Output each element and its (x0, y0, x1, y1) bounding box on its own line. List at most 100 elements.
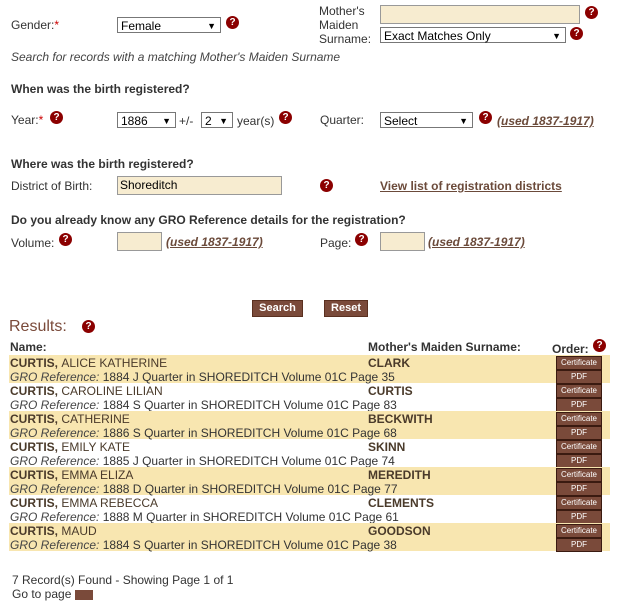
records-found: 7 Record(s) Found - Showing Page 1 of 1 (12, 573, 234, 587)
reference-prefix: GRO Reference: (10, 510, 100, 524)
year-help-icon[interactable]: ? (50, 111, 63, 124)
pdf-button[interactable]: PDF (556, 398, 602, 412)
range-help-icon[interactable]: ? (279, 111, 292, 124)
quarter-select[interactable]: Select ▼ (380, 112, 473, 128)
search-button[interactable]: Search (252, 300, 303, 317)
table-row: CURTIS, CATHERINE GRO Reference: 1886 S Q… (9, 411, 610, 440)
volume-label: Volume: (11, 236, 55, 250)
certificate-button[interactable]: Certificate (556, 440, 602, 454)
reference-detail: 1884 S Quarter in SHOREDITCH Volume 01C … (102, 398, 397, 412)
district-help-icon[interactable]: ? (320, 179, 333, 192)
reference-detail: 1888 M Quarter in SHOREDITCH Volume 01C … (102, 510, 399, 524)
pdf-button[interactable]: PDF (556, 510, 602, 524)
volume-input[interactable] (117, 232, 162, 251)
reference-prefix: GRO Reference: (10, 370, 100, 384)
district-list-link[interactable]: View list of registration districts (380, 179, 562, 193)
record-reference: GRO Reference: 1884 S Quarter in SHOREDI… (10, 538, 397, 552)
pdf-button[interactable]: PDF (556, 538, 602, 552)
gender-help-icon[interactable]: ? (226, 16, 239, 29)
certificate-button[interactable]: Certificate (556, 356, 602, 370)
record-mmn: BECKWITH (368, 412, 433, 426)
mmn-hint: Search for records with a matching Mothe… (11, 50, 341, 64)
certificate-button[interactable]: Certificate (556, 412, 602, 426)
gender-label-text: Gender: (11, 18, 55, 32)
reference-detail: 1884 J Quarter in SHOREDITCH Volume 01C … (102, 370, 395, 384)
chevron-down-icon: ▼ (552, 31, 561, 41)
reference-detail: 1884 S Quarter in SHOREDITCH Volume 01C … (102, 538, 397, 552)
record-forename: CATHERINE (61, 412, 130, 426)
year-label-text: Year: (11, 113, 39, 127)
record-reference: GRO Reference: 1884 S Quarter in SHOREDI… (10, 398, 397, 412)
certificate-button[interactable]: Certificate (556, 496, 602, 510)
record-name: CURTIS, EMMA ELIZA (10, 468, 133, 482)
mmn-label-line: Mother's (319, 4, 365, 18)
pdf-button[interactable]: PDF (556, 454, 602, 468)
year-select[interactable]: 1886 ▼ (117, 112, 176, 128)
mmn-help-icon[interactable]: ? (585, 6, 598, 19)
mmn-match-select[interactable]: Exact Matches Only ▼ (380, 27, 566, 43)
mmn-label-line: Maiden (319, 18, 359, 32)
quarter-select-value: Select (384, 114, 418, 128)
record-name: CURTIS, ALICE KATHERINE (10, 356, 167, 370)
record-name: CURTIS, CAROLINE LILIAN (10, 384, 163, 398)
table-row: CURTIS, EMILY KATE GRO Reference: 1885 J … (9, 439, 610, 468)
record-mmn: CLEMENTS (368, 496, 434, 510)
record-name: CURTIS, MAUD (10, 524, 97, 538)
quarter-used-link[interactable]: (used 1837-1917) (497, 114, 594, 128)
record-mmn: MEREDITH (368, 468, 431, 482)
year-select-value: 1886 (121, 114, 148, 128)
record-mmn: GOODSON (368, 524, 431, 538)
pdf-button[interactable]: PDF (556, 426, 602, 440)
record-forename: CAROLINE LILIAN (61, 384, 163, 398)
pdf-button[interactable]: PDF (556, 370, 602, 384)
plusminus-label: +/- (179, 114, 194, 128)
chevron-down-icon: ▼ (219, 116, 228, 126)
record-reference: GRO Reference: 1884 J Quarter in SHOREDI… (10, 370, 395, 384)
gender-select[interactable]: Female ▼ (117, 17, 221, 33)
range-select[interactable]: 2 ▼ (201, 112, 233, 128)
record-forename: EMMA ELIZA (61, 468, 134, 482)
table-row: CURTIS, MAUD GRO Reference: 1884 S Quarte… (9, 523, 610, 552)
record-reference: GRO Reference: 1888 D Quarter in SHOREDI… (10, 482, 398, 496)
certificate-button[interactable]: Certificate (556, 524, 602, 538)
record-mmn: SKINN (368, 440, 406, 454)
reference-prefix: GRO Reference: (10, 426, 100, 440)
order-help-icon[interactable]: ? (593, 339, 606, 352)
mmn-match-help-icon[interactable]: ? (570, 27, 583, 40)
col-mmn-header: Mother's Maiden Surname: (368, 340, 521, 354)
results-help-icon[interactable]: ? (82, 320, 95, 333)
volume-help-icon[interactable]: ? (59, 233, 72, 246)
reference-detail: 1885 J Quarter in SHOREDITCH Volume 01C … (102, 454, 395, 468)
certificate-button[interactable]: Certificate (556, 384, 602, 398)
volume-used-link[interactable]: (used 1837-1917) (166, 235, 263, 249)
page-help-icon[interactable]: ? (355, 233, 368, 246)
district-input[interactable]: Shoreditch (117, 176, 282, 195)
reference-prefix: GRO Reference: (10, 482, 100, 496)
page-label: Page: (320, 236, 352, 250)
where-heading: Where was the birth registered? (11, 157, 194, 171)
col-name-header: Name: (10, 340, 47, 354)
record-name: CURTIS, CATHERINE (10, 412, 130, 426)
record-forename: EMMA REBECCA (61, 496, 159, 510)
quarter-label: Quarter: (320, 113, 365, 127)
required-mark: * (54, 18, 60, 32)
reset-button[interactable]: Reset (324, 300, 368, 317)
goto-page-button[interactable] (74, 589, 93, 600)
record-mmn: CURTIS (368, 384, 413, 398)
chevron-down-icon: ▼ (162, 116, 171, 126)
quarter-help-icon[interactable]: ? (479, 111, 492, 124)
certificate-button[interactable]: Certificate (556, 468, 602, 482)
record-surname: CURTIS, (10, 468, 58, 482)
record-surname: CURTIS, (10, 412, 58, 426)
table-row: CURTIS, ALICE KATHERINE GRO Reference: 18… (9, 355, 610, 384)
record-forename: ALICE KATHERINE (61, 356, 168, 370)
pdf-button[interactable]: PDF (556, 482, 602, 496)
mmn-input[interactable] (380, 5, 580, 24)
record-forename: EMILY KATE (61, 440, 131, 454)
page-used-link[interactable]: (used 1837-1917) (428, 235, 525, 249)
page-input[interactable] (380, 232, 425, 251)
required-mark: * (38, 113, 44, 127)
chevron-down-icon: ▼ (459, 116, 468, 126)
record-mmn: CLARK (368, 356, 410, 370)
district-label: District of Birth: (11, 179, 93, 193)
